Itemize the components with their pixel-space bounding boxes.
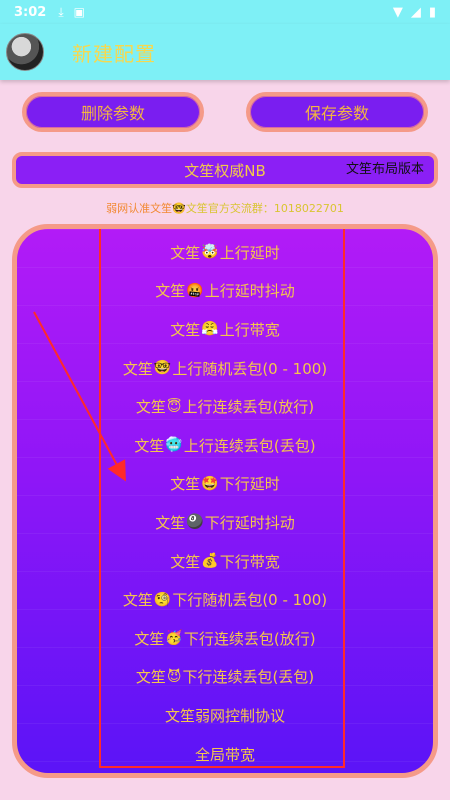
menu-item[interactable]: 文笙 💰 下行带宽 <box>17 542 433 581</box>
menu-item-prefix: 文笙 <box>170 243 201 262</box>
menu-item-prefix: 文笙 <box>134 436 165 455</box>
app-bar: 新建配置 <box>0 24 450 80</box>
menu-item-label: 下行带宽 <box>219 552 280 571</box>
menu-item-emoji-icon: 😤 <box>201 321 219 338</box>
menu-item-emoji-icon: 🎱 <box>186 514 204 531</box>
menu-item[interactable]: 文笙 🥳 下行连续丢包(放行) <box>17 619 433 658</box>
menu-item-emoji-icon: 😇 <box>166 398 182 415</box>
save-params-button[interactable]: 保存参数 <box>246 92 428 132</box>
menu-item-label: 上行连续丢包(放行) <box>182 398 315 417</box>
menu-item-emoji-icon: 🧐 <box>153 591 172 608</box>
menu-item-emoji-icon: 💰 <box>201 553 219 570</box>
menu-item-label: 文笙弱网控制协议 <box>164 706 285 725</box>
page-title: 新建配置 <box>72 41 156 66</box>
status-time: 3:02 <box>14 4 47 20</box>
menu-item[interactable]: 文笙 🤓 上行随机丢包(0 - 100) <box>17 349 433 388</box>
menu-item[interactable]: 文笙 🤬 上行延时抖动 <box>17 272 433 311</box>
version-title: 文笙权威NB <box>184 161 266 180</box>
notice-text: 文笙官方交流群：1018022701 <box>185 202 344 215</box>
menu-item-label: 上行带宽 <box>219 320 280 339</box>
menu-item-prefix: 文笙 <box>134 629 165 648</box>
group-notice: 弱网认准文笙🤓文笙官方交流群：1018022701 <box>0 200 450 216</box>
menu-item-label: 上行连续丢包(丢包) <box>183 436 316 455</box>
menu-item-label: 上行随机丢包(0 - 100) <box>172 359 328 378</box>
menu-item-prefix: 文笙 <box>135 398 166 417</box>
menu-item[interactable]: 全局带宽 <box>17 735 433 773</box>
menu-item-label: 上行延时抖动 <box>204 282 295 301</box>
menu-item[interactable]: 文笙 🤯 上行延时 <box>17 233 433 272</box>
menu-item-prefix: 文笙 <box>170 475 201 494</box>
wifi-icon: ▼ <box>392 4 403 20</box>
signal-icon: ◢ <box>410 4 421 20</box>
menu-item-emoji-icon: 🤬 <box>186 282 204 299</box>
menu-item-emoji-icon: 🤯 <box>201 244 219 261</box>
menu-item[interactable]: 文笙 😇 上行连续丢包(放行) <box>17 387 433 426</box>
notification-icon: ▣ <box>73 5 85 19</box>
menu-item-prefix: 文笙 <box>170 320 201 339</box>
menu-item-emoji-icon: 🥳 <box>165 630 183 647</box>
menu-item-prefix: 文笙 <box>155 282 186 301</box>
menu-item-prefix: 文笙 <box>122 591 153 610</box>
settings-menu: 文笙 🤯 上行延时 文笙 🤬 上行延时抖动 文笙 😤 上行带宽 文笙 🤓 上行随机丢包(0 - 100… <box>17 233 433 773</box>
menu-item[interactable]: 文笙 🥶 上行连续丢包(丢包) <box>17 426 433 465</box>
menu-item-emoji-icon: 😈 <box>166 668 182 685</box>
menu-item-emoji-icon: 🤩 <box>201 475 219 492</box>
battery-icon: ▮ <box>428 4 436 20</box>
delete-params-button[interactable]: 删除参数 <box>22 92 204 132</box>
menu-item[interactable]: 文笙弱网控制协议 <box>17 696 433 735</box>
menu-item-label: 下行延时抖动 <box>204 513 295 532</box>
menu-item[interactable]: 文笙 🧐 下行随机丢包(0 - 100) <box>17 580 433 619</box>
download-icon: ⤓ <box>58 4 64 19</box>
notice-prefix: 弱网认准文笙 <box>106 202 173 215</box>
version-bar[interactable]: 文笙权威NB 文笙布局版本 <box>12 152 438 188</box>
menu-item[interactable]: 文笙 😤 上行带宽 <box>17 310 433 349</box>
version-tag: 文笙布局版本 <box>345 162 424 177</box>
menu-item-label: 下行连续丢包(放行) <box>183 629 316 648</box>
menu-item-emoji-icon: 🤓 <box>153 360 172 377</box>
menu-item-prefix: 文笙 <box>135 668 166 687</box>
menu-item-prefix: 文笙 <box>170 552 201 571</box>
menu-item-label: 下行延时 <box>219 475 280 494</box>
status-bar: 3:02 ⤓ ▣ ▼ ◢ ▮ <box>0 0 450 24</box>
avatar[interactable] <box>6 33 44 71</box>
menu-item[interactable]: 文笙 🎱 下行延时抖动 <box>17 503 433 542</box>
menu-item-prefix: 文笙 <box>122 359 153 378</box>
menu-item-label: 全局带宽 <box>194 745 255 764</box>
menu-item-label: 下行随机丢包(0 - 100) <box>172 591 328 610</box>
notice-emoji: 🤓 <box>172 202 186 215</box>
menu-item-prefix: 文笙 <box>155 513 186 532</box>
settings-panel: 文笙 🤯 上行延时 文笙 🤬 上行延时抖动 文笙 😤 上行带宽 文笙 🤓 上行随机丢包(0 - 100… <box>12 224 438 778</box>
menu-item-emoji-icon: 🥶 <box>165 437 183 454</box>
menu-item-label: 下行连续丢包(丢包) <box>182 668 315 687</box>
menu-item[interactable]: 文笙 🤩 下行延时 <box>17 465 433 504</box>
menu-item-label: 上行延时 <box>219 243 280 262</box>
menu-item[interactable]: 文笙 😈 下行连续丢包(丢包) <box>17 658 433 697</box>
